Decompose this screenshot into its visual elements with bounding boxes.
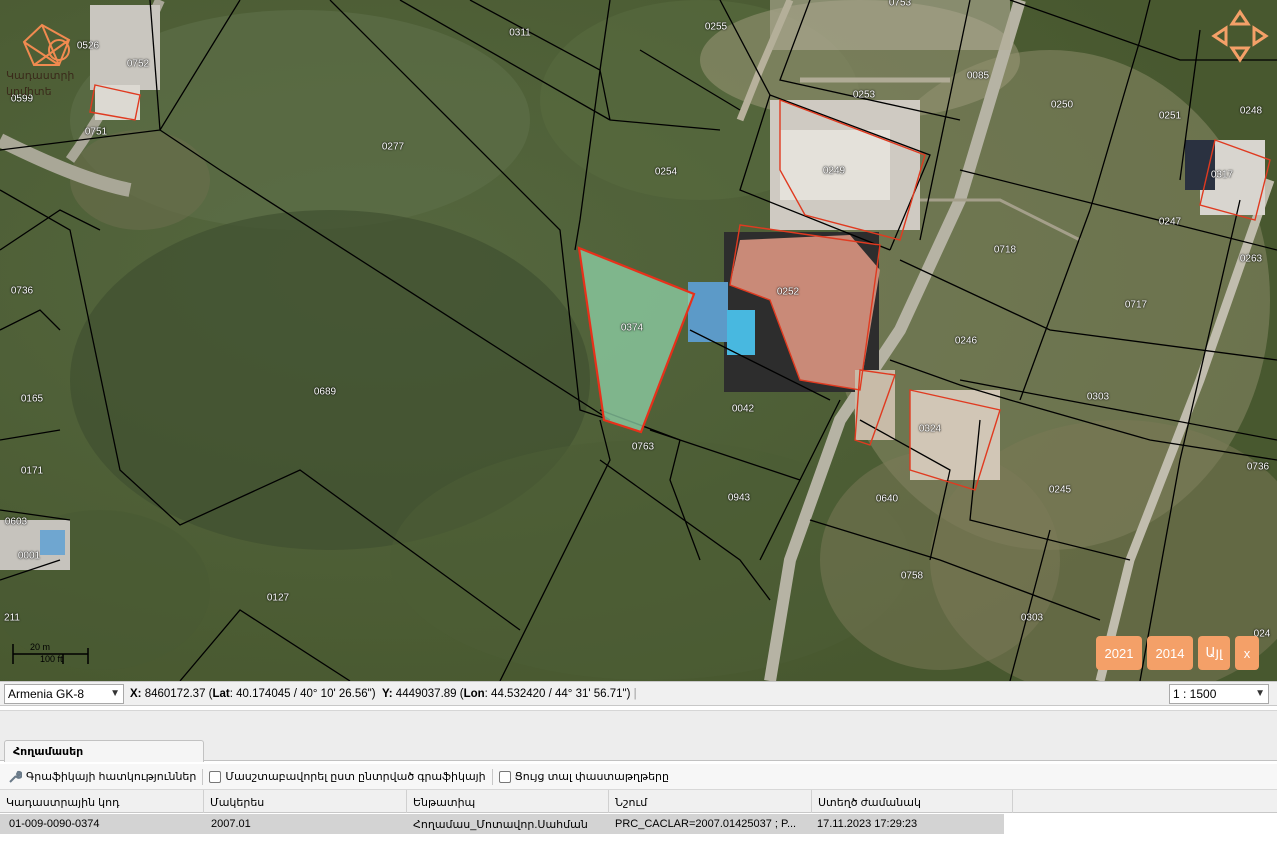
zoom-to-selection-toggle[interactable]: Մասշտաբավորել ըստ ընտրված գրաֆիկայի (209, 770, 486, 783)
scale-value: 1 : 1500 (1173, 687, 1217, 701)
lon-label: Lon (463, 687, 485, 700)
scale-meters: 20 m (30, 642, 51, 652)
map-view[interactable]: 0311 0255 0753 0526 0752 0599 0751 0277 0085 0253… (0, 0, 1277, 681)
graphics-properties-button[interactable]: Գրաֆիկայի հատկություններ (8, 770, 196, 784)
cursor-coordinates: X: 8460172.37 (Lat: 40.174045 / 40° 10' … (130, 687, 637, 700)
scale-bar: 20 m 100 ft (10, 640, 92, 670)
show-documents-toggle[interactable]: Ցույց տալ փաստաթղթերը (498, 770, 669, 783)
zoom-to-selection-label: Մասշտաբավորել ըստ ընտրված գրաֆիկայի (225, 771, 486, 783)
scale-feet: 100 ft (40, 654, 63, 664)
cell-note: PRC_CACLAR=2007.01425037 ; P... (615, 818, 797, 830)
graphics-properties-label: Գրաֆիկայի հատկություններ (26, 771, 197, 783)
x-value: 8460172.37 (144, 687, 206, 700)
zoom-to-selection-checkbox[interactable] (209, 770, 222, 783)
projection-value: Armenia GK-8 (8, 686, 85, 701)
logo-text-2: կոմիտե (6, 86, 52, 98)
show-documents-label: Ցույց տալ փաստաթղթերը (514, 771, 669, 783)
cell-cadastral-code: 01-009-0090-0374 (9, 818, 100, 830)
coordinate-bar: Armenia GK-8 ▼ X: 8460172.37 (Lat: 40.17… (0, 681, 1277, 706)
pan-right-icon (1252, 25, 1269, 47)
pan-up-icon (1229, 9, 1251, 26)
year-2021-button[interactable]: 2021 (1096, 636, 1142, 670)
close-imagery-button[interactable]: x (1235, 636, 1259, 670)
column-header[interactable]: Ենթատիպ (407, 790, 609, 813)
cell-subtype: Հողամաս_Մոտավոր.Սահման (413, 819, 588, 831)
satellite-imagery (0, 0, 1277, 681)
projection-select[interactable]: Armenia GK-8 ▼ (4, 683, 124, 704)
imagery-year-buttons: 2021 2014 Այլ x (1096, 636, 1259, 670)
chevron-down-icon: ▼ (110, 687, 120, 699)
cadastre-logo: Կադաստրի կոմիտե (4, 20, 94, 100)
grid-header: Կադաստրային կոդ Մակերես Ենթատիպ Նշում Ստ… (0, 790, 1277, 813)
y-value: 4449037.89 (395, 687, 457, 700)
column-header[interactable]: Կադաստրային կոդ (0, 790, 204, 813)
scale-select[interactable]: 1 : 1500 ▼ (1169, 684, 1269, 704)
pan-left-icon (1211, 25, 1228, 47)
result-tabs: Հողամասեր (0, 738, 1277, 762)
pan-control[interactable] (1210, 8, 1270, 64)
cell-created-time: 17.11.2023 17:29:23 (817, 818, 918, 830)
chevron-down-icon: ▼ (1255, 688, 1265, 699)
tab-parcels[interactable]: Հողամասեր (4, 740, 204, 762)
pan-down-icon (1229, 46, 1251, 63)
grid-toolbar: Գրաֆիկայի հատկություններ Մասշտաբավորել ը… (0, 764, 1277, 790)
lat-value: : 40.174045 / 40° 10' 26.56") (229, 687, 376, 700)
logo-text-1: Կադաստրի (6, 70, 75, 82)
other-year-button[interactable]: Այլ (1198, 636, 1230, 670)
column-header[interactable]: Նշում (609, 790, 812, 813)
column-header[interactable]: Ստեղծ ժամանակ (812, 790, 1013, 813)
year-2014-button[interactable]: 2014 (1147, 636, 1193, 670)
cell-area: 2007.01 (211, 818, 251, 830)
lon-value: : 44.532420 / 44° 31' 56.71") (484, 687, 631, 700)
wrench-icon (9, 770, 22, 783)
x-label: X: (130, 687, 142, 700)
panel-splitter[interactable] (0, 706, 1277, 738)
y-label: Y: (381, 687, 393, 700)
lat-label: Lat (212, 687, 230, 700)
show-documents-checkbox[interactable] (498, 770, 511, 783)
table-row[interactable]: 01-009-0090-0374 2007.01 Հողամաս_Մոտավոր… (0, 814, 1004, 834)
column-header[interactable]: Մակերես (204, 790, 407, 813)
